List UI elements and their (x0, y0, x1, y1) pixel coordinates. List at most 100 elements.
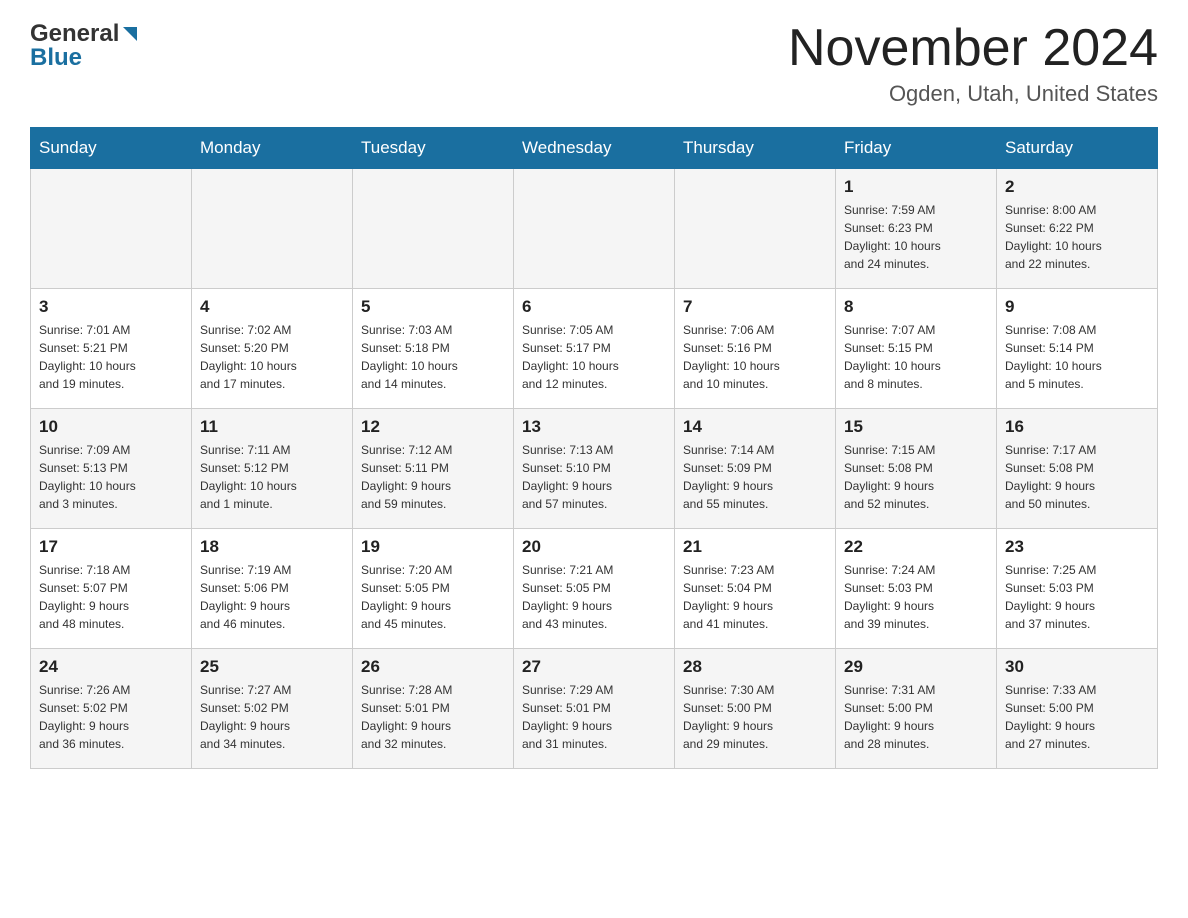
day-number: 14 (683, 417, 827, 437)
day-number: 4 (200, 297, 344, 317)
day-info: Sunrise: 8:00 AMSunset: 6:22 PMDaylight:… (1005, 201, 1149, 273)
day-number: 22 (844, 537, 988, 557)
col-thursday: Thursday (675, 128, 836, 169)
table-row: 18Sunrise: 7:19 AMSunset: 5:06 PMDayligh… (192, 529, 353, 649)
table-row: 26Sunrise: 7:28 AMSunset: 5:01 PMDayligh… (353, 649, 514, 769)
calendar-week-row: 1 Sunrise: 7:59 AMSunset: 6:23 PMDaylight… (31, 169, 1158, 289)
day-number: 2 (1005, 177, 1149, 197)
logo-blue-text: Blue (30, 44, 82, 72)
day-number: 21 (683, 537, 827, 557)
day-info: Sunrise: 7:17 AMSunset: 5:08 PMDaylight:… (1005, 441, 1149, 513)
table-row: 4 Sunrise: 7:02 AMSunset: 5:20 PMDaylight… (192, 289, 353, 409)
day-number: 13 (522, 417, 666, 437)
day-info: Sunrise: 7:24 AMSunset: 5:03 PMDaylight:… (844, 561, 988, 633)
day-number: 3 (39, 297, 183, 317)
table-row: 28Sunrise: 7:30 AMSunset: 5:00 PMDayligh… (675, 649, 836, 769)
day-number: 15 (844, 417, 988, 437)
day-info: Sunrise: 7:59 AMSunset: 6:23 PMDaylight:… (844, 201, 988, 273)
table-row: 13 Sunrise: 7:13 AMSunset: 5:10 PMDayligh… (514, 409, 675, 529)
table-row: 29 Sunrise: 7:31 AMSunset: 5:00 PMDayligh… (836, 649, 997, 769)
table-row: 11 Sunrise: 7:11 AMSunset: 5:12 PMDayligh… (192, 409, 353, 529)
day-info: Sunrise: 7:18 AMSunset: 5:07 PMDaylight:… (39, 561, 183, 633)
day-number: 1 (844, 177, 988, 197)
col-tuesday: Tuesday (353, 128, 514, 169)
day-info: Sunrise: 7:33 AMSunset: 5:00 PMDaylight:… (1005, 681, 1149, 753)
table-row: 6 Sunrise: 7:05 AMSunset: 5:17 PMDaylight… (514, 289, 675, 409)
calendar-week-row: 3 Sunrise: 7:01 AMSunset: 5:21 PMDaylight… (31, 289, 1158, 409)
table-row (675, 169, 836, 289)
table-row: 8 Sunrise: 7:07 AMSunset: 5:15 PMDaylight… (836, 289, 997, 409)
day-info: Sunrise: 7:08 AMSunset: 5:14 PMDaylight:… (1005, 321, 1149, 393)
day-number: 7 (683, 297, 827, 317)
day-info: Sunrise: 7:06 AMSunset: 5:16 PMDaylight:… (683, 321, 827, 393)
calendar-week-row: 10Sunrise: 7:09 AMSunset: 5:13 PMDayligh… (31, 409, 1158, 529)
table-row: 16 Sunrise: 7:17 AMSunset: 5:08 PMDayligh… (997, 409, 1158, 529)
day-info: Sunrise: 7:01 AMSunset: 5:21 PMDaylight:… (39, 321, 183, 393)
table-row: 7 Sunrise: 7:06 AMSunset: 5:16 PMDaylight… (675, 289, 836, 409)
day-number: 27 (522, 657, 666, 677)
table-row: 10Sunrise: 7:09 AMSunset: 5:13 PMDayligh… (31, 409, 192, 529)
day-number: 8 (844, 297, 988, 317)
table-row: 12 Sunrise: 7:12 AMSunset: 5:11 PMDayligh… (353, 409, 514, 529)
day-number: 24 (39, 657, 183, 677)
table-row: 15 Sunrise: 7:15 AMSunset: 5:08 PMDayligh… (836, 409, 997, 529)
day-info: Sunrise: 7:13 AMSunset: 5:10 PMDaylight:… (522, 441, 666, 513)
calendar-table: Sunday Monday Tuesday Wednesday Thursday… (30, 127, 1158, 769)
day-number: 29 (844, 657, 988, 677)
table-row (192, 169, 353, 289)
calendar-title: November 2024 (788, 20, 1158, 77)
day-info: Sunrise: 7:11 AMSunset: 5:12 PMDaylight:… (200, 441, 344, 513)
table-row: 19 Sunrise: 7:20 AMSunset: 5:05 PMDayligh… (353, 529, 514, 649)
col-friday: Friday (836, 128, 997, 169)
table-row: 25Sunrise: 7:27 AMSunset: 5:02 PMDayligh… (192, 649, 353, 769)
day-info: Sunrise: 7:15 AMSunset: 5:08 PMDaylight:… (844, 441, 988, 513)
day-number: 11 (200, 417, 344, 437)
calendar-week-row: 17Sunrise: 7:18 AMSunset: 5:07 PMDayligh… (31, 529, 1158, 649)
day-number: 10 (39, 417, 183, 437)
calendar-header-row: Sunday Monday Tuesday Wednesday Thursday… (31, 128, 1158, 169)
col-saturday: Saturday (997, 128, 1158, 169)
day-number: 5 (361, 297, 505, 317)
page-header: General Blue November 2024 Ogden, Utah, … (30, 20, 1158, 107)
day-info: Sunrise: 7:03 AMSunset: 5:18 PMDaylight:… (361, 321, 505, 393)
day-info: Sunrise: 7:26 AMSunset: 5:02 PMDaylight:… (39, 681, 183, 753)
table-row (31, 169, 192, 289)
table-row: 21 Sunrise: 7:23 AMSunset: 5:04 PMDayligh… (675, 529, 836, 649)
col-monday: Monday (192, 128, 353, 169)
day-info: Sunrise: 7:02 AMSunset: 5:20 PMDaylight:… (200, 321, 344, 393)
day-info: Sunrise: 7:12 AMSunset: 5:11 PMDaylight:… (361, 441, 505, 513)
table-row: 3 Sunrise: 7:01 AMSunset: 5:21 PMDaylight… (31, 289, 192, 409)
day-info: Sunrise: 7:31 AMSunset: 5:00 PMDaylight:… (844, 681, 988, 753)
table-row: 5 Sunrise: 7:03 AMSunset: 5:18 PMDaylight… (353, 289, 514, 409)
day-number: 12 (361, 417, 505, 437)
day-number: 16 (1005, 417, 1149, 437)
day-info: Sunrise: 7:20 AMSunset: 5:05 PMDaylight:… (361, 561, 505, 633)
day-number: 6 (522, 297, 666, 317)
day-info: Sunrise: 7:21 AMSunset: 5:05 PMDaylight:… (522, 561, 666, 633)
day-number: 18 (200, 537, 344, 557)
day-info: Sunrise: 7:25 AMSunset: 5:03 PMDaylight:… (1005, 561, 1149, 633)
table-row: 22 Sunrise: 7:24 AMSunset: 5:03 PMDayligh… (836, 529, 997, 649)
day-number: 19 (361, 537, 505, 557)
table-row: 24 Sunrise: 7:26 AMSunset: 5:02 PMDayligh… (31, 649, 192, 769)
day-info: Sunrise: 7:07 AMSunset: 5:15 PMDaylight:… (844, 321, 988, 393)
logo-arrow-icon (119, 23, 141, 45)
table-row (514, 169, 675, 289)
day-info: Sunrise: 7:30 AMSunset: 5:00 PMDaylight:… (683, 681, 827, 753)
day-info: Sunrise: 7:05 AMSunset: 5:17 PMDaylight:… (522, 321, 666, 393)
day-number: 20 (522, 537, 666, 557)
day-info: Sunrise: 7:27 AMSunset: 5:02 PMDaylight:… (200, 681, 344, 753)
calendar-title-block: November 2024 Ogden, Utah, United States (788, 20, 1158, 107)
day-info: Sunrise: 7:29 AMSunset: 5:01 PMDaylight:… (522, 681, 666, 753)
table-row: 20 Sunrise: 7:21 AMSunset: 5:05 PMDayligh… (514, 529, 675, 649)
day-number: 9 (1005, 297, 1149, 317)
col-sunday: Sunday (31, 128, 192, 169)
day-number: 30 (1005, 657, 1149, 677)
table-row: 2 Sunrise: 8:00 AMSunset: 6:22 PMDaylight… (997, 169, 1158, 289)
table-row: 23Sunrise: 7:25 AMSunset: 5:03 PMDayligh… (997, 529, 1158, 649)
day-info: Sunrise: 7:14 AMSunset: 5:09 PMDaylight:… (683, 441, 827, 513)
day-info: Sunrise: 7:23 AMSunset: 5:04 PMDaylight:… (683, 561, 827, 633)
table-row: 27 Sunrise: 7:29 AMSunset: 5:01 PMDayligh… (514, 649, 675, 769)
table-row: 17Sunrise: 7:18 AMSunset: 5:07 PMDayligh… (31, 529, 192, 649)
table-row (353, 169, 514, 289)
